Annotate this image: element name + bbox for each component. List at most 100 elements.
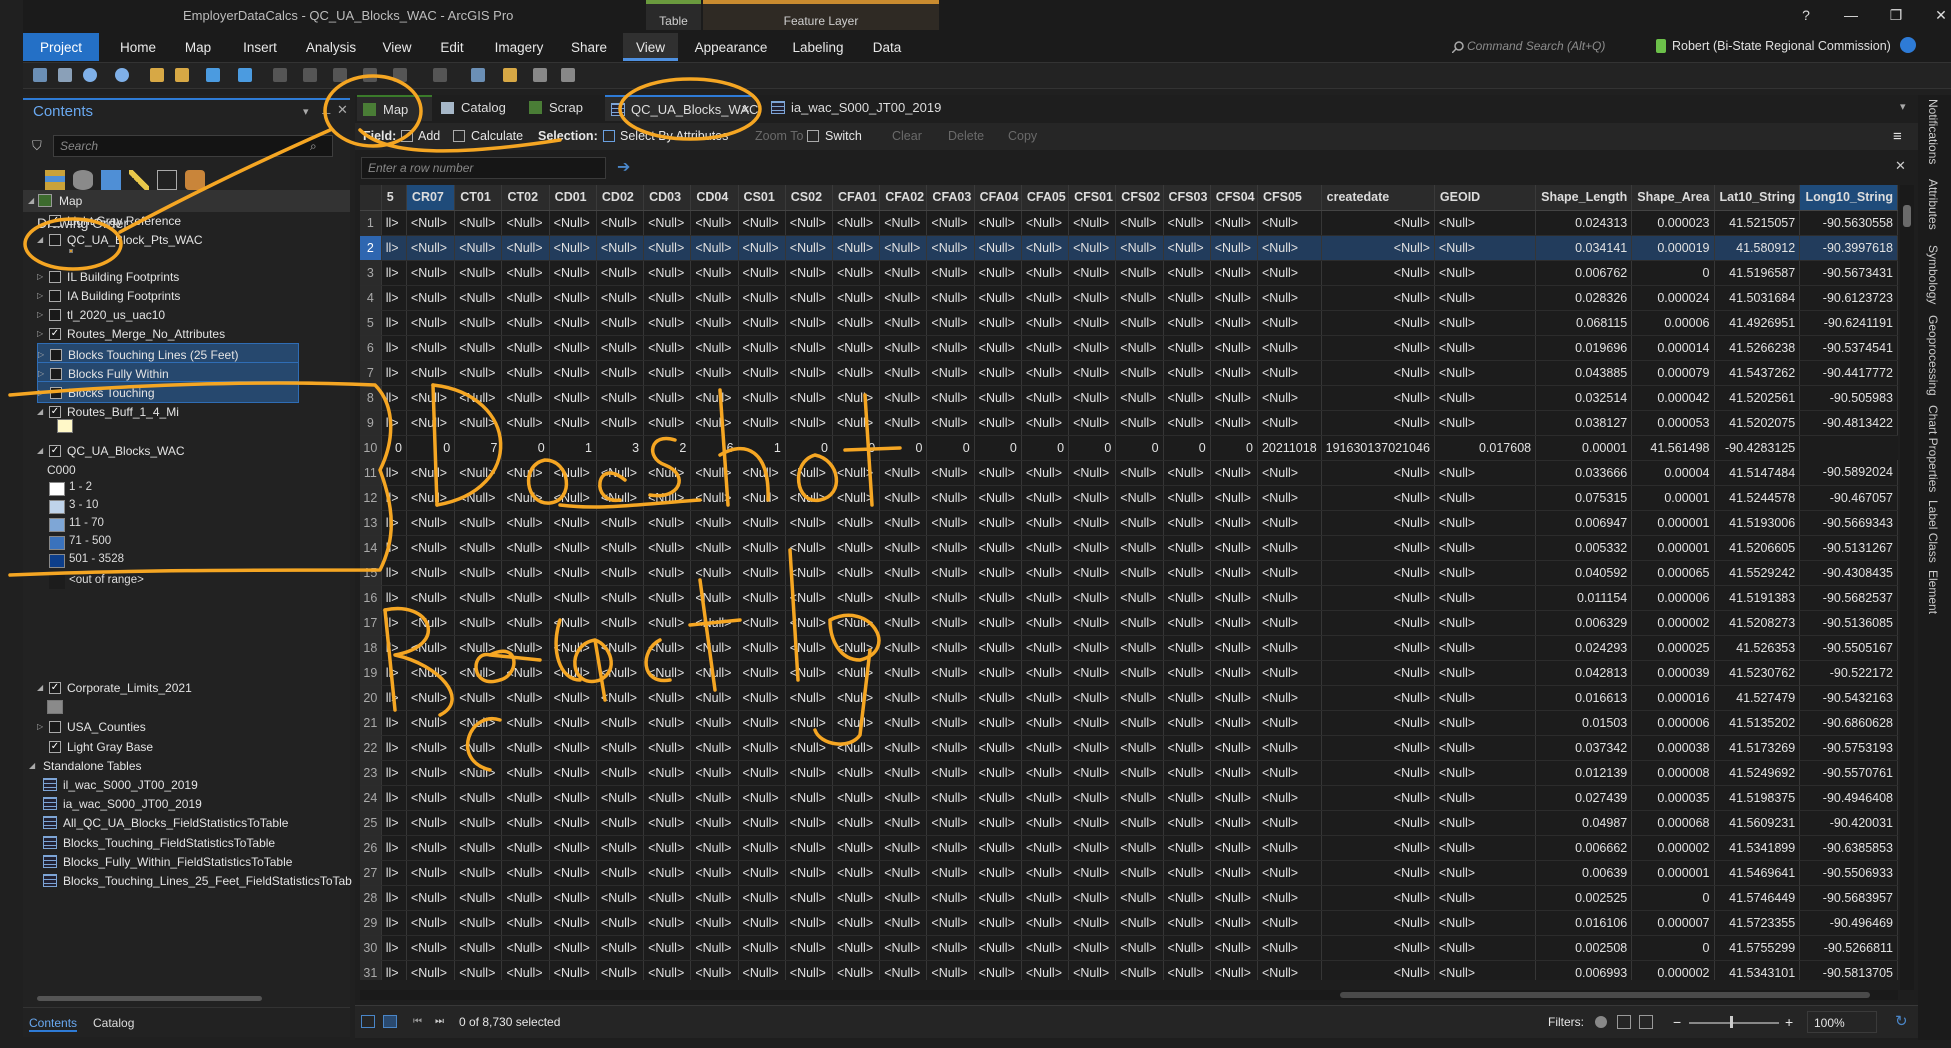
- table-row[interactable]: 14 ll> <Null> <Null> <Null> <Null> <Null> <Null…: [360, 535, 1898, 561]
- table-row[interactable]: 12 ll> <Null> <Null> <Null> <Null> <Null> <Null…: [360, 485, 1898, 511]
- table-cell[interactable]: 0.000065: [1631, 560, 1715, 586]
- table-cell[interactable]: <Null>: [1115, 460, 1164, 486]
- select-icon[interactable]: [238, 68, 252, 82]
- table-cell[interactable]: <Null>: [1021, 460, 1070, 486]
- explore-icon[interactable]: [206, 68, 220, 82]
- table-cell[interactable]: <Null>: [1434, 785, 1537, 811]
- table-cell[interactable]: <Null>: [690, 760, 739, 786]
- table-cell[interactable]: <Null>: [879, 610, 928, 636]
- table-cell[interactable]: 0.075315: [1535, 485, 1633, 511]
- table-cell[interactable]: <Null>: [1163, 510, 1211, 536]
- table-cell[interactable]: <Null>: [1068, 460, 1117, 486]
- table-cell[interactable]: <Null>: [1321, 835, 1435, 861]
- table-cell[interactable]: 0.00001: [1631, 485, 1715, 511]
- layer-checkbox[interactable]: ✓: [49, 445, 61, 457]
- table-cell[interactable]: ll>: [381, 860, 407, 886]
- table-cell[interactable]: <Null>: [549, 660, 597, 686]
- table-cell[interactable]: <Null>: [785, 810, 833, 836]
- table-row[interactable]: 24 ll> <Null> <Null> <Null> <Null> <Null> <Null…: [360, 785, 1898, 811]
- table-cell[interactable]: ll>: [381, 535, 407, 561]
- table-cell[interactable]: <Null>: [549, 510, 597, 536]
- table-cell[interactable]: <Null>: [879, 460, 928, 486]
- table-cell[interactable]: <Null>: [1115, 860, 1164, 886]
- row-number[interactable]: 28: [360, 885, 382, 911]
- table-cell[interactable]: <Null>: [643, 310, 692, 336]
- table-cell[interactable]: 0.000002: [1631, 610, 1715, 636]
- table-cell[interactable]: <Null>: [1163, 460, 1211, 486]
- table-cell[interactable]: <Null>: [596, 510, 645, 536]
- table-cell[interactable]: <Null>: [501, 685, 550, 711]
- list-by-drawing-order-icon[interactable]: [45, 170, 65, 190]
- dock-tab-symbology[interactable]: Symbology: [1926, 245, 1940, 304]
- row-number[interactable]: 23: [360, 760, 382, 786]
- table-cell[interactable]: <Null>: [454, 685, 503, 711]
- table-cell[interactable]: <Null>: [926, 485, 975, 511]
- table-cell[interactable]: 0.000019: [1631, 235, 1715, 261]
- table-cell[interactable]: <Null>: [501, 610, 550, 636]
- table-cell[interactable]: <Null>: [1021, 310, 1070, 336]
- table-cell[interactable]: <Null>: [926, 910, 975, 936]
- table-cell[interactable]: <Null>: [406, 810, 456, 836]
- list-by-source-icon[interactable]: [73, 170, 93, 190]
- table-cell[interactable]: 0.00006: [1631, 310, 1715, 336]
- table-cell[interactable]: <Null>: [1210, 310, 1258, 336]
- table-row[interactable]: 17 ll> <Null> <Null> <Null> <Null> <Null> <Null…: [360, 610, 1898, 636]
- table-cell[interactable]: <Null>: [1021, 960, 1070, 980]
- table-cell[interactable]: 0.000053: [1631, 410, 1715, 436]
- table-cell[interactable]: <Null>: [738, 685, 786, 711]
- minimize-button[interactable]: —: [1838, 6, 1864, 24]
- table-cell[interactable]: 0.000038: [1631, 735, 1715, 761]
- table-cell[interactable]: 0.00639: [1535, 860, 1633, 886]
- table-row[interactable]: 13 ll> <Null> <Null> <Null> <Null> <Null> <Null…: [360, 510, 1898, 536]
- table-cell[interactable]: <Null>: [1115, 960, 1164, 980]
- row-number[interactable]: 22: [360, 735, 382, 761]
- table-cell[interactable]: <Null>: [974, 910, 1022, 936]
- table-row[interactable]: 1 ll> <Null> <Null> <Null> <Null> <Null> <Null>…: [360, 210, 1898, 236]
- table-cell[interactable]: <Null>: [406, 560, 456, 586]
- table-cell[interactable]: <Null>: [1115, 385, 1164, 411]
- table-cell[interactable]: -90.5669343: [1799, 510, 1898, 536]
- table-cell[interactable]: <Null>: [549, 785, 597, 811]
- table-cell[interactable]: <Null>: [643, 935, 692, 961]
- table-cell[interactable]: <Null>: [1434, 935, 1537, 961]
- table-cell[interactable]: <Null>: [690, 485, 739, 511]
- table-cell[interactable]: <Null>: [1210, 285, 1258, 311]
- table-cell[interactable]: 0.006993: [1535, 960, 1633, 980]
- table-cell[interactable]: <Null>: [738, 235, 786, 261]
- table-cell[interactable]: <Null>: [1163, 760, 1211, 786]
- table-cell[interactable]: <Null>: [1434, 585, 1537, 611]
- table-cell[interactable]: <Null>: [1210, 810, 1258, 836]
- table-cell[interactable]: <Null>: [974, 610, 1022, 636]
- table-cell[interactable]: <Null>: [501, 960, 550, 980]
- table-cell[interactable]: <Null>: [1434, 460, 1537, 486]
- table-cell[interactable]: <Null>: [1434, 535, 1537, 561]
- view-tabs-menu-icon[interactable]: ▾: [1900, 100, 1906, 113]
- view-tab-qc-ua-blocks-wac[interactable]: QC_UA_Blocks_WAC ✕: [605, 95, 758, 121]
- collapse-toggle-icon[interactable]: ◢: [37, 440, 43, 462]
- table-cell[interactable]: <Null>: [879, 235, 928, 261]
- table-cell[interactable]: <Null>: [974, 510, 1022, 536]
- table-cell[interactable]: <Null>: [879, 635, 928, 661]
- table-cell[interactable]: <Null>: [785, 385, 833, 411]
- table-cell[interactable]: <Null>: [643, 810, 692, 836]
- table-cell[interactable]: <Null>: [738, 660, 786, 686]
- collapse-toggle-icon[interactable]: ◢: [37, 229, 43, 251]
- table-cell[interactable]: -90.5506933: [1799, 860, 1898, 886]
- table-cell[interactable]: <Null>: [738, 285, 786, 311]
- table-cell[interactable]: <Null>: [1257, 810, 1322, 836]
- table-cell[interactable]: <Null>: [785, 260, 833, 286]
- table-cell[interactable]: 0.000006: [1631, 710, 1715, 736]
- table-cell[interactable]: <Null>: [1021, 485, 1070, 511]
- table-cell[interactable]: <Null>: [785, 935, 833, 961]
- table-cell[interactable]: <Null>: [406, 335, 456, 361]
- table-cell[interactable]: <Null>: [1210, 910, 1258, 936]
- table-cell[interactable]: <Null>: [1257, 710, 1322, 736]
- table-cell[interactable]: <Null>: [974, 960, 1022, 980]
- column-header[interactable]: Long10_String: [1799, 185, 1898, 211]
- table-cell[interactable]: <Null>: [879, 210, 928, 236]
- dock-tab-notifications[interactable]: Notifications: [1926, 99, 1940, 164]
- row-number[interactable]: 5: [360, 310, 382, 336]
- tool-icon[interactable]: [273, 68, 287, 82]
- filter-icon[interactable]: ⛉: [32, 138, 42, 154]
- table-cell[interactable]: <Null>: [549, 610, 597, 636]
